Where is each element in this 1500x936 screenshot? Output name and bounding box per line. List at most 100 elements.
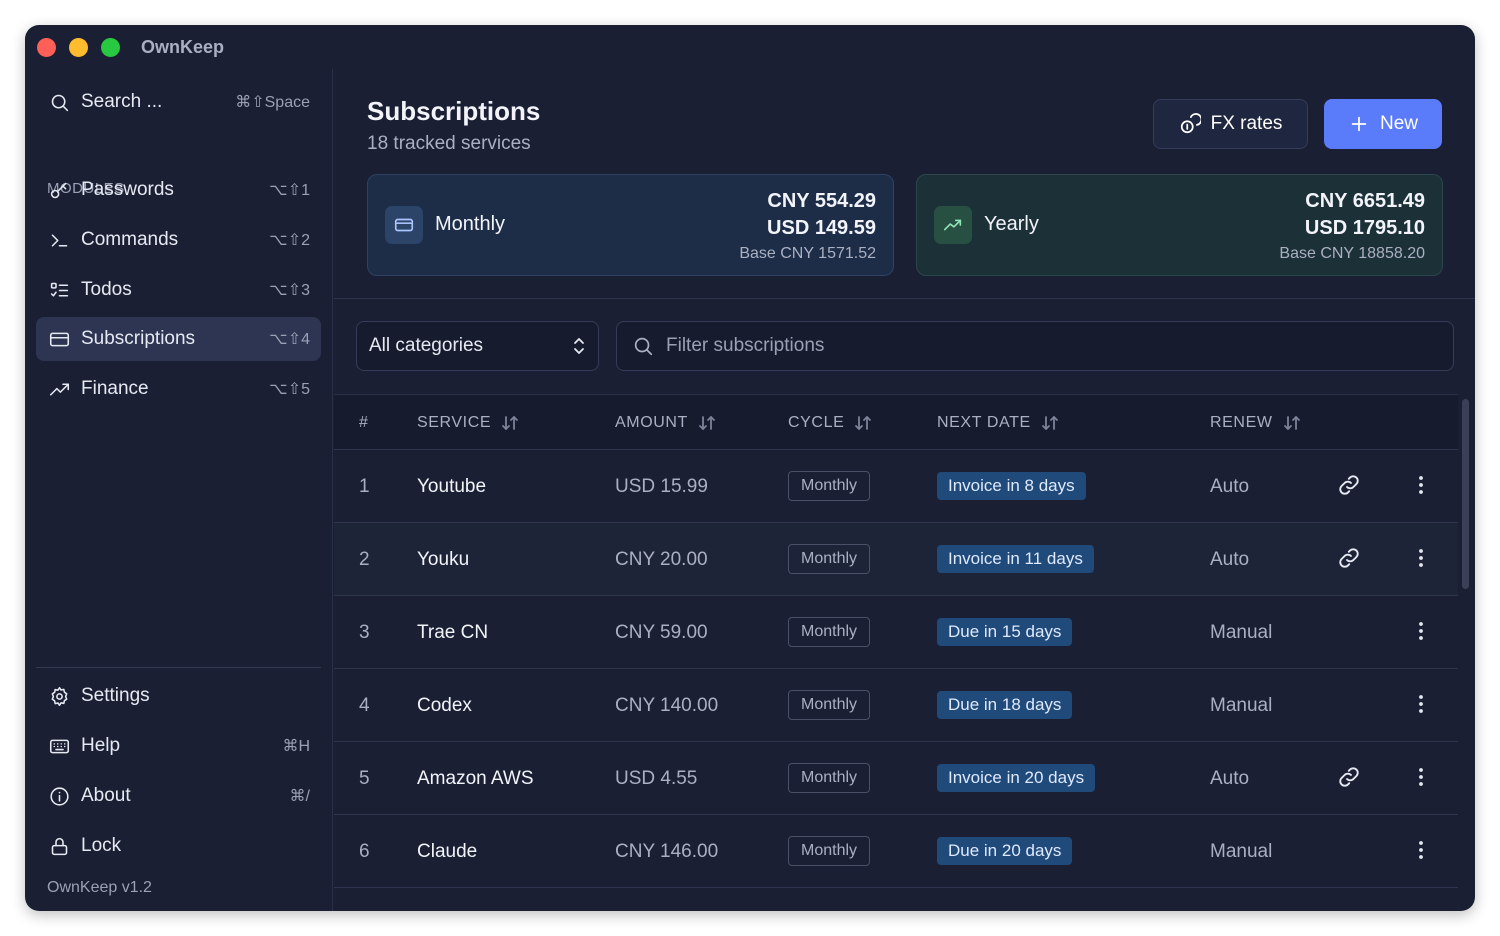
table-row[interactable]: 4 Codex CNY 140.00 Monthly Due in 18 days Man… (334, 669, 1458, 742)
table-row[interactable]: 2 Youku CNY 20.00 Monthly Invoice in 11 days… (334, 523, 1458, 596)
yearly-cny: CNY 6651.49 (1305, 190, 1425, 212)
table-scrollbar[interactable] (1462, 399, 1469, 589)
column-label: SERVICE (417, 414, 492, 431)
sidebar-item-shortcut: ⌥⇧4 (269, 331, 310, 348)
sidebar-item-label: Todos (81, 279, 132, 300)
sidebar-item-about[interactable]: About ⌘/ (36, 774, 321, 818)
row-number: 5 (359, 768, 370, 789)
column-label: NEXT DATE (937, 414, 1031, 431)
amount: CNY 59.00 (615, 622, 708, 643)
trending-up-icon (47, 377, 71, 401)
sidebar-item-passwords[interactable]: Passwords ⌥⇧1 (36, 168, 321, 212)
sidebar-item-label: About (81, 785, 131, 806)
minimize-window-button[interactable] (69, 38, 88, 57)
amount: USD 15.99 (615, 476, 708, 497)
table-row[interactable]: 3 Trae CN CNY 59.00 Monthly Due in 15 days Ma… (334, 596, 1458, 669)
sort-icon (699, 416, 715, 430)
monthly-values: CNY 554.29 USD 149.59 Base CNY 1571.52 (739, 188, 876, 266)
amount: USD 4.55 (615, 768, 698, 789)
link-icon[interactable] (1337, 473, 1361, 497)
column-header-renew[interactable]: RENEW (1210, 414, 1301, 432)
more-options-icon[interactable] (1409, 619, 1433, 643)
row-number: 4 (359, 695, 370, 716)
category-select[interactable]: All categories (356, 321, 599, 371)
terminal-icon (47, 228, 71, 252)
sidebar-item-shortcut: ⌥⇧1 (269, 182, 310, 199)
yearly-values: CNY 6651.49 USD 1795.10 Base CNY 18858.2… (1279, 188, 1425, 266)
service-name: Claude (417, 841, 478, 862)
table-header: # SERVICE AMOUNT CYCLE NEXT DATE RENEW (334, 394, 1458, 450)
sidebar-item-commands[interactable]: Commands ⌥⇧2 (36, 218, 321, 262)
app-version: OwnKeep v1.2 (47, 879, 152, 896)
cycle-badge: Monthly (788, 690, 871, 720)
app-window: OwnKeep Search ... ⌘⇧Space MODULES Passw… (25, 25, 1475, 911)
link-icon[interactable] (1337, 546, 1361, 570)
sidebar-item-lock[interactable]: Lock (36, 824, 321, 868)
more-options-icon[interactable] (1409, 546, 1433, 570)
section-divider (334, 298, 1475, 299)
search-icon (634, 337, 653, 356)
next-date-badge: Due in 20 days (937, 837, 1073, 865)
column-header-amount[interactable]: AMOUNT (615, 414, 716, 432)
search-label: Search ... (81, 91, 163, 112)
next-date-badge: Invoice in 11 days (937, 545, 1094, 573)
search-button[interactable]: Search ... ⌘⇧Space (36, 80, 321, 124)
sidebar-item-settings[interactable]: Settings (36, 674, 321, 718)
column-header-next-date[interactable]: NEXT DATE (937, 414, 1059, 432)
column-header-cycle[interactable]: CYCLE (788, 414, 872, 432)
amount: CNY 146.00 (615, 841, 719, 862)
app-title: OwnKeep (141, 37, 225, 57)
row-number: 6 (359, 841, 370, 862)
sidebar-item-label: Finance (81, 378, 149, 399)
new-subscription-button[interactable]: New (1324, 99, 1442, 149)
service-name: Codex (417, 695, 472, 716)
filter-input[interactable] (666, 335, 1438, 357)
cycle-badge: Monthly (788, 471, 871, 501)
next-date-badge: Due in 18 days (937, 691, 1073, 719)
plus-icon (1351, 116, 1367, 132)
column-header-service[interactable]: SERVICE (417, 414, 519, 432)
table-row[interactable]: 1 Youtube USD 15.99 Monthly Invoice in 8 day… (334, 450, 1458, 523)
fx-rates-label: FX rates (1210, 113, 1283, 134)
subscriptions-table: # SERVICE AMOUNT CYCLE NEXT DATE RENEW 1… (334, 394, 1458, 911)
monthly-label: Monthly (435, 213, 506, 235)
renew-mode: Manual (1210, 695, 1273, 716)
search-shortcut: ⌘⇧Space (235, 94, 310, 111)
sort-icon (855, 416, 872, 430)
sort-icon (502, 416, 519, 430)
amount: CNY 140.00 (615, 695, 719, 716)
sidebar-item-help[interactable]: Help ⌘H (36, 724, 321, 768)
sidebar-item-finance[interactable]: Finance ⌥⇧5 (36, 367, 321, 411)
fx-rates-button[interactable]: FX rates (1153, 99, 1308, 149)
credit-card-icon (47, 327, 71, 351)
more-options-icon[interactable] (1409, 765, 1433, 789)
more-options-icon[interactable] (1409, 473, 1433, 497)
link-icon[interactable] (1337, 765, 1361, 789)
table-row[interactable] (334, 888, 1458, 911)
maximize-window-button[interactable] (101, 38, 120, 57)
sidebar-item-todos[interactable]: Todos ⌥⇧3 (36, 268, 321, 312)
table-row[interactable]: 5 Amazon AWS USD 4.55 Monthly Invoice in 20 … (334, 742, 1458, 815)
column-header-number: # (359, 414, 369, 432)
renew-mode: Auto (1210, 549, 1250, 570)
search-icon (47, 90, 71, 114)
column-label: CYCLE (788, 414, 845, 431)
cycle-badge: Monthly (788, 763, 871, 793)
more-options-icon[interactable] (1409, 838, 1433, 862)
key-icon (47, 178, 71, 202)
table-row[interactable]: 6 Claude CNY 146.00 Monthly Due in 20 days Ma… (334, 815, 1458, 888)
more-options-icon[interactable] (1409, 692, 1433, 716)
monthly-cny: CNY 554.29 (767, 190, 876, 212)
window-controls (37, 38, 120, 57)
row-number: 3 (359, 622, 370, 643)
sidebar-item-subscriptions[interactable]: Subscriptions ⌥⇧4 (36, 317, 321, 361)
filter-search-field[interactable] (616, 321, 1454, 371)
renew-mode: Auto (1210, 768, 1250, 789)
close-window-button[interactable] (37, 38, 56, 57)
monthly-usd: USD 149.59 (767, 217, 876, 239)
coins-icon (1180, 113, 1201, 134)
monthly-base: Base CNY 1571.52 (739, 245, 876, 262)
cycle-badge: Monthly (788, 617, 871, 647)
new-label: New (1379, 113, 1418, 134)
sort-icon (1041, 416, 1058, 430)
